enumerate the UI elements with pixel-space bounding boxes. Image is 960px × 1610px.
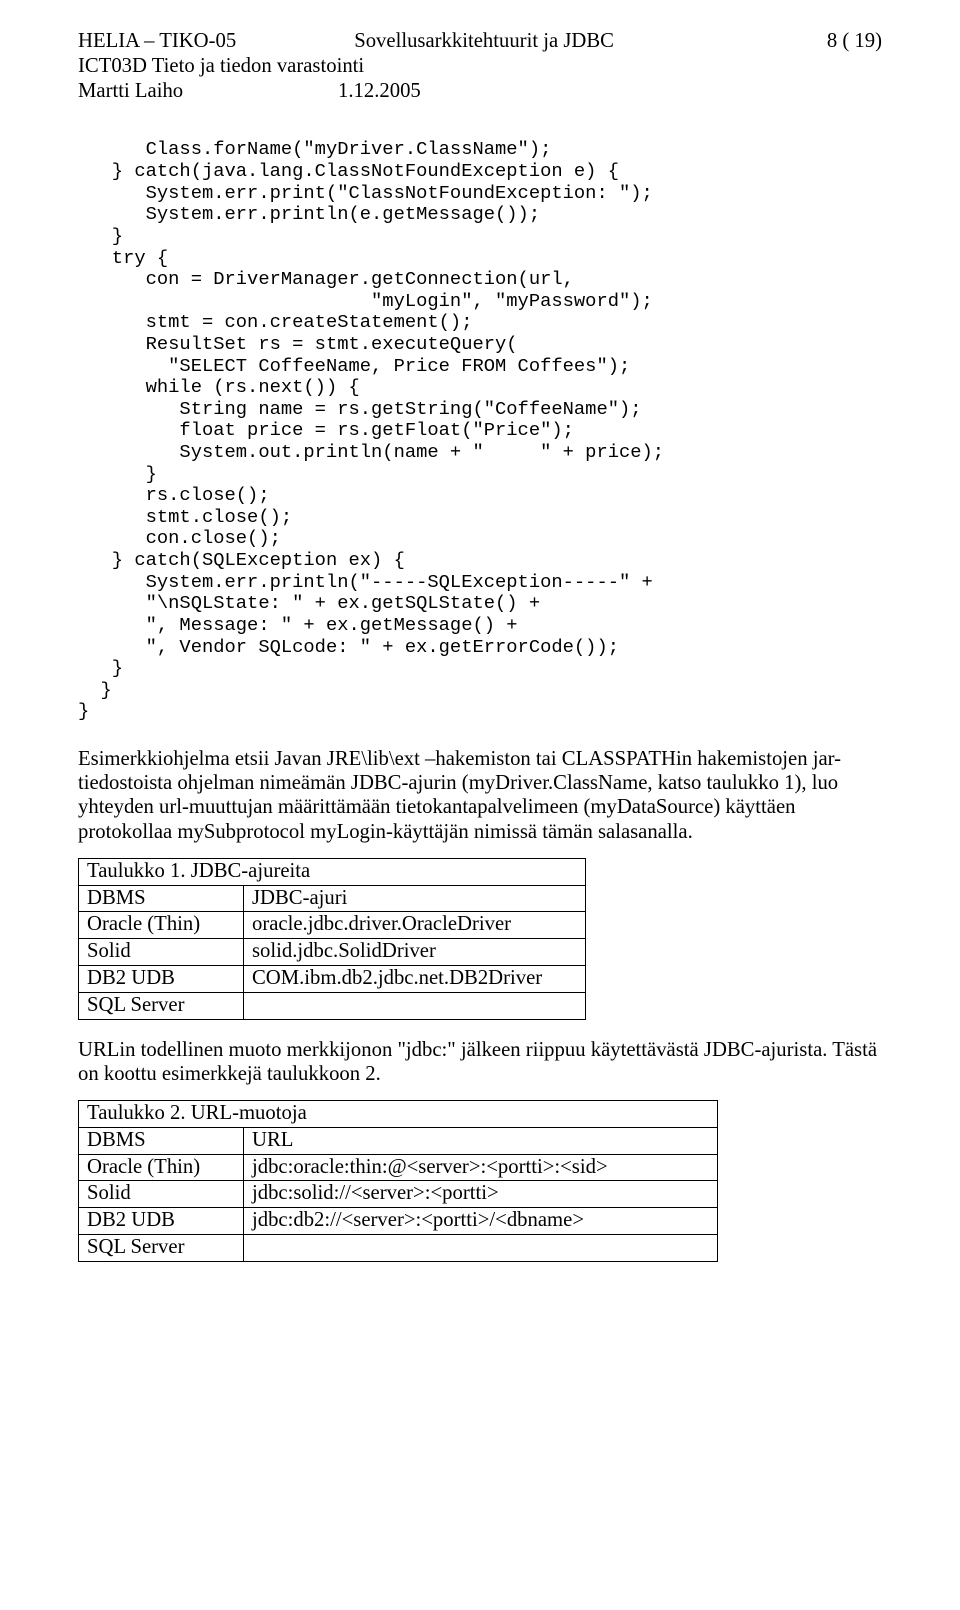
table-row: Solid solid.jdbc.SolidDriver — [79, 939, 586, 966]
page-header-row1: HELIA – TIKO-05 Sovellusarkkitehtuurit j… — [78, 30, 882, 54]
header-course-line: ICT03D Tieto ja tiedon varastointi — [78, 54, 882, 79]
table2-r2-c1: jdbc:solid://<server>:<portti> — [244, 1181, 718, 1208]
table2-r0-c0: DBMS — [79, 1127, 244, 1154]
table2-r4-c0: SQL Server — [79, 1235, 244, 1262]
table1-r0-c0: DBMS — [79, 885, 244, 912]
table2-r3-c0: DB2 UDB — [79, 1208, 244, 1235]
page: HELIA – TIKO-05 Sovellusarkkitehtuurit j… — [0, 0, 960, 1320]
paragraph-description-1: Esimerkkiohjelma etsii Javan JRE\lib\ext… — [78, 747, 882, 844]
table1-r3-c0: DB2 UDB — [79, 966, 244, 993]
table-row: DBMS JDBC-ajuri — [79, 885, 586, 912]
table1-r2-c0: Solid — [79, 939, 244, 966]
code-listing: Class.forName("myDriver.ClassName"); } c… — [78, 139, 882, 722]
header-page-number: 8 ( 19) — [827, 30, 882, 54]
table2-caption: Taulukko 2. URL-muotoja — [79, 1101, 718, 1128]
table1-caption: Taulukko 1. JDBC-ajureita — [79, 858, 586, 885]
table-row: Oracle (Thin) oracle.jdbc.driver.OracleD… — [79, 912, 586, 939]
table2-r0-c1: URL — [244, 1127, 718, 1154]
paragraph-description-2: URLin todellinen muoto merkkijonon "jdbc… — [78, 1038, 882, 1086]
header-author: Martti Laiho — [78, 79, 338, 104]
table1-r3-c1: COM.ibm.db2.jdbc.net.DB2Driver — [244, 966, 586, 993]
page-header-sub: ICT03D Tieto ja tiedon varastointi Martt… — [78, 54, 882, 104]
table2-r1-c0: Oracle (Thin) — [79, 1154, 244, 1181]
table2-r4-c1 — [244, 1235, 718, 1262]
table-row: SQL Server — [79, 1235, 718, 1262]
table-row: DBMS URL — [79, 1127, 718, 1154]
table2-r1-c1: jdbc:oracle:thin:@<server>:<portti>:<sid… — [244, 1154, 718, 1181]
header-date: 1.12.2005 — [338, 79, 421, 104]
table2-r3-c1: jdbc:db2://<server>:<portti>/<dbname> — [244, 1208, 718, 1235]
table-url-formats: Taulukko 2. URL-muotoja DBMS URL Oracle … — [78, 1100, 718, 1262]
table-row: DB2 UDB jdbc:db2://<server>:<portti>/<db… — [79, 1208, 718, 1235]
table-row: Solid jdbc:solid://<server>:<portti> — [79, 1181, 718, 1208]
table2-r2-c0: Solid — [79, 1181, 244, 1208]
header-center: Sovellusarkkitehtuurit ja JDBC — [236, 30, 827, 54]
table1-r1-c0: Oracle (Thin) — [79, 912, 244, 939]
table1-r4-c0: SQL Server — [79, 992, 244, 1019]
table1-r0-c1: JDBC-ajuri — [244, 885, 586, 912]
table-row: Oracle (Thin) jdbc:oracle:thin:@<server>… — [79, 1154, 718, 1181]
table1-r2-c1: solid.jdbc.SolidDriver — [244, 939, 586, 966]
header-left: HELIA – TIKO-05 — [78, 30, 236, 54]
table1-r1-c1: oracle.jdbc.driver.OracleDriver — [244, 912, 586, 939]
table-row: DB2 UDB COM.ibm.db2.jdbc.net.DB2Driver — [79, 966, 586, 993]
table-jdbc-drivers: Taulukko 1. JDBC-ajureita DBMS JDBC-ajur… — [78, 858, 586, 1020]
table1-r4-c1 — [244, 992, 586, 1019]
table-row: SQL Server — [79, 992, 586, 1019]
